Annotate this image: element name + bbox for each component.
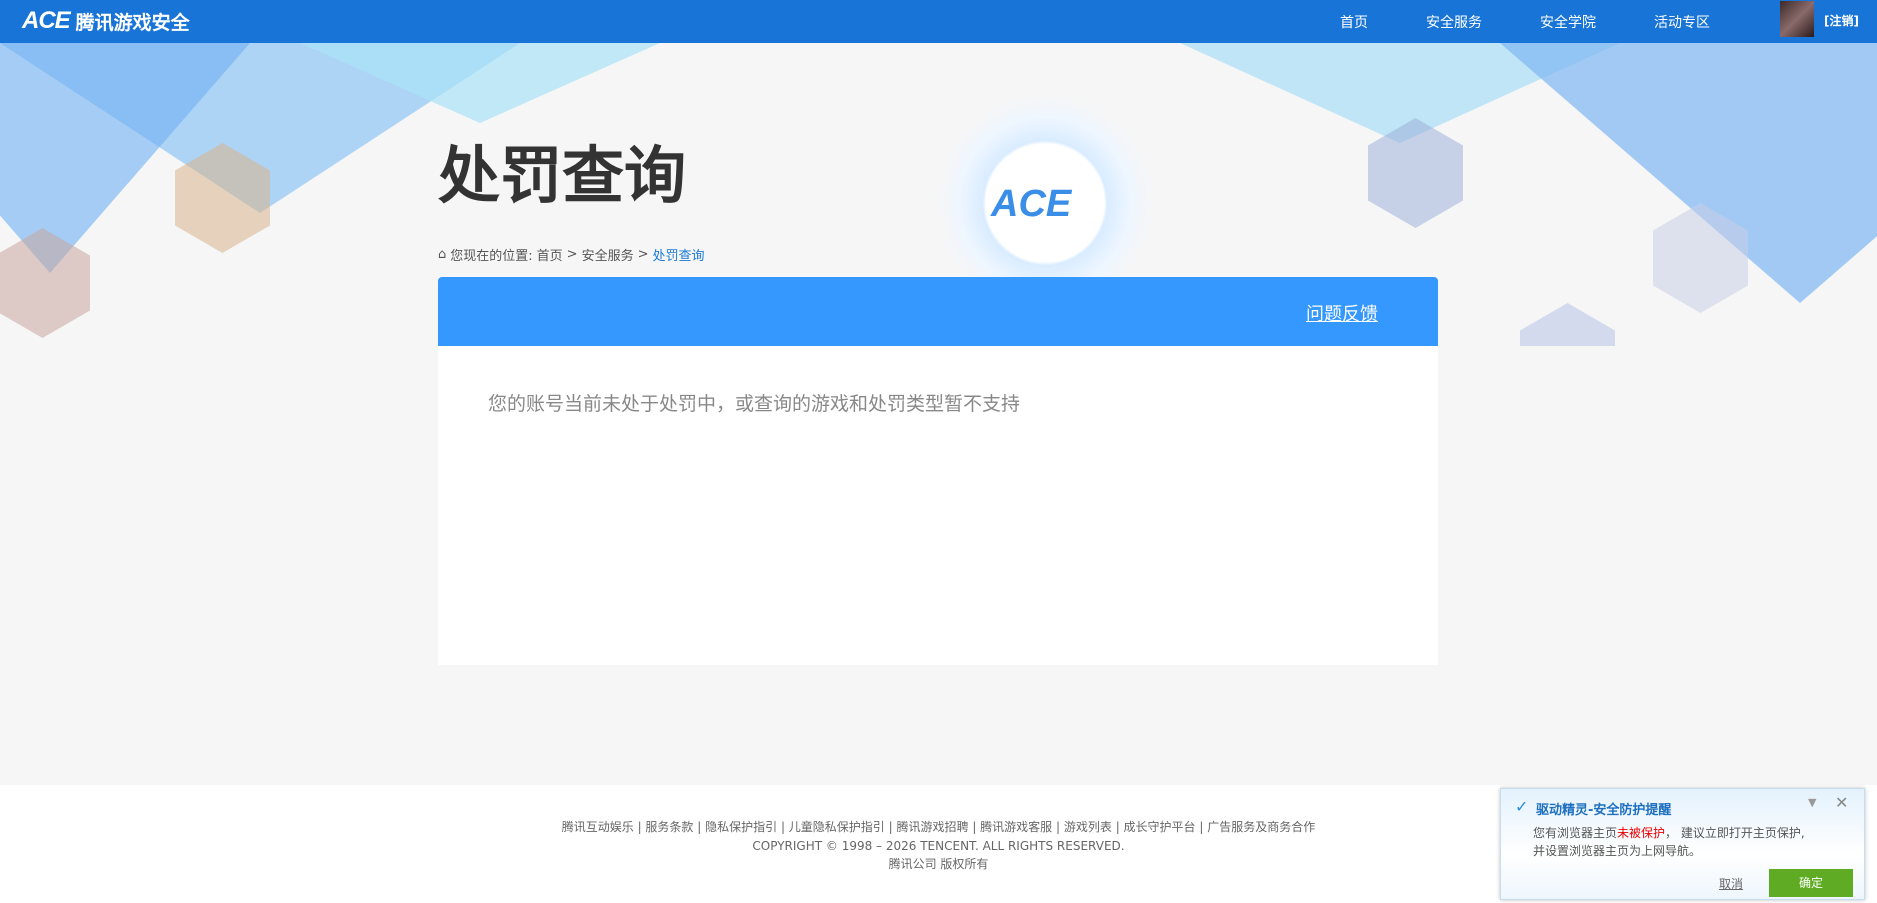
footer-link[interactable]: 儿童隐私保护指引 bbox=[789, 820, 885, 834]
page-title: 处罚查询 bbox=[438, 139, 687, 212]
nav-security-academy[interactable]: 安全学院 bbox=[1540, 12, 1596, 32]
footer-sep: | bbox=[633, 820, 646, 834]
main-nav: 首页 安全服务 安全学院 活动专区 bbox=[1340, 0, 1768, 43]
home-icon: ⌂ bbox=[438, 247, 447, 262]
result-card: 问题反馈 您的账号当前未处于处罚中，或查询的游戏和处罚类型暂不支持 bbox=[438, 277, 1438, 665]
footer-link[interactable]: 成长守护平台 bbox=[1124, 820, 1196, 834]
cancel-button[interactable]: 取消 bbox=[1719, 875, 1743, 892]
footer-link[interactable]: 腾讯游戏招聘 bbox=[896, 820, 968, 834]
footer-link[interactable]: 腾讯游戏客服 bbox=[980, 820, 1052, 834]
breadcrumb-current: 处罚查询 bbox=[652, 249, 705, 264]
footer-sep: | bbox=[1052, 820, 1064, 834]
top-header: ACE 腾讯游戏安全 首页 安全服务 安全学院 活动专区 [注销] bbox=[0, 0, 1877, 43]
breadcrumb: ⌂ 您现在的位置: 首页 > 安全服务 > 处罚查询 bbox=[438, 245, 705, 264]
popup-text: 您有浏览器主页 bbox=[1533, 826, 1618, 840]
footer-sep: | bbox=[777, 820, 789, 834]
menu-icon[interactable]: ▼ bbox=[1808, 796, 1816, 809]
security-alert-popup: ✓ 驱动精灵-安全防护提醒 ▼ ✕ 您有浏览器主页未被保护， 建议立即打开主页保… bbox=[1500, 788, 1865, 900]
banner-decor bbox=[300, 43, 660, 123]
character-hex-image bbox=[1520, 303, 1615, 346]
footer-link[interactable]: 腾讯互动娱乐 bbox=[562, 820, 634, 834]
footer-sep: | bbox=[884, 820, 897, 834]
popup-title: 驱动精灵-安全防护提醒 bbox=[1536, 803, 1672, 818]
footer-sep: | bbox=[1111, 820, 1124, 834]
close-icon[interactable]: ✕ bbox=[1835, 793, 1848, 812]
result-message: 您的账号当前未处于处罚中，或查询的游戏和处罚类型暂不支持 bbox=[488, 393, 1021, 415]
popup-text: ， 建议立即打开主页保护, bbox=[1665, 826, 1805, 840]
driver-genius-logo-icon: ✓ bbox=[1515, 797, 1529, 816]
footer-link[interactable]: 广告服务及商务合作 bbox=[1207, 820, 1315, 834]
breadcrumb-sep: > bbox=[637, 247, 649, 262]
footer-link[interactable]: 服务条款 bbox=[645, 820, 693, 834]
popup-warning-text: 未被保护 bbox=[1617, 826, 1666, 840]
breadcrumb-home[interactable]: 首页 bbox=[537, 245, 563, 264]
avatar[interactable] bbox=[1780, 1, 1814, 37]
logo-text: 腾讯游戏安全 bbox=[75, 11, 190, 34]
confirm-button[interactable]: 确定 bbox=[1769, 869, 1853, 897]
card-header: 问题反馈 bbox=[438, 277, 1438, 346]
footer-sep: | bbox=[1195, 820, 1208, 834]
popup-text: 并设置浏览器主页为上网导航。 bbox=[1533, 844, 1702, 858]
logo[interactable]: ACE 腾讯游戏安全 bbox=[22, 7, 190, 35]
popup-body: 您有浏览器主页未被保护， 建议立即打开主页保护, 并设置浏览器主页为上网导航。 bbox=[1533, 824, 1805, 860]
ace-logo-icon: ACE bbox=[22, 7, 71, 34]
nav-home[interactable]: 首页 bbox=[1340, 12, 1368, 32]
logout-link[interactable]: [注销] bbox=[1824, 12, 1859, 29]
breadcrumb-security-service[interactable]: 安全服务 bbox=[582, 245, 634, 264]
breadcrumb-sep: > bbox=[566, 247, 578, 262]
footer-link[interactable]: 游戏列表 bbox=[1064, 820, 1112, 834]
feedback-link[interactable]: 问题反馈 bbox=[1306, 300, 1378, 326]
footer-link[interactable]: 隐私保护指引 bbox=[705, 820, 777, 834]
nav-security-service[interactable]: 安全服务 bbox=[1426, 12, 1482, 32]
footer-sep: | bbox=[693, 820, 706, 834]
emblem-text: ACE bbox=[991, 183, 1072, 225]
footer-sep: | bbox=[968, 820, 981, 834]
breadcrumb-prefix: 您现在的位置: bbox=[450, 249, 533, 264]
nav-events[interactable]: 活动专区 bbox=[1654, 12, 1710, 32]
